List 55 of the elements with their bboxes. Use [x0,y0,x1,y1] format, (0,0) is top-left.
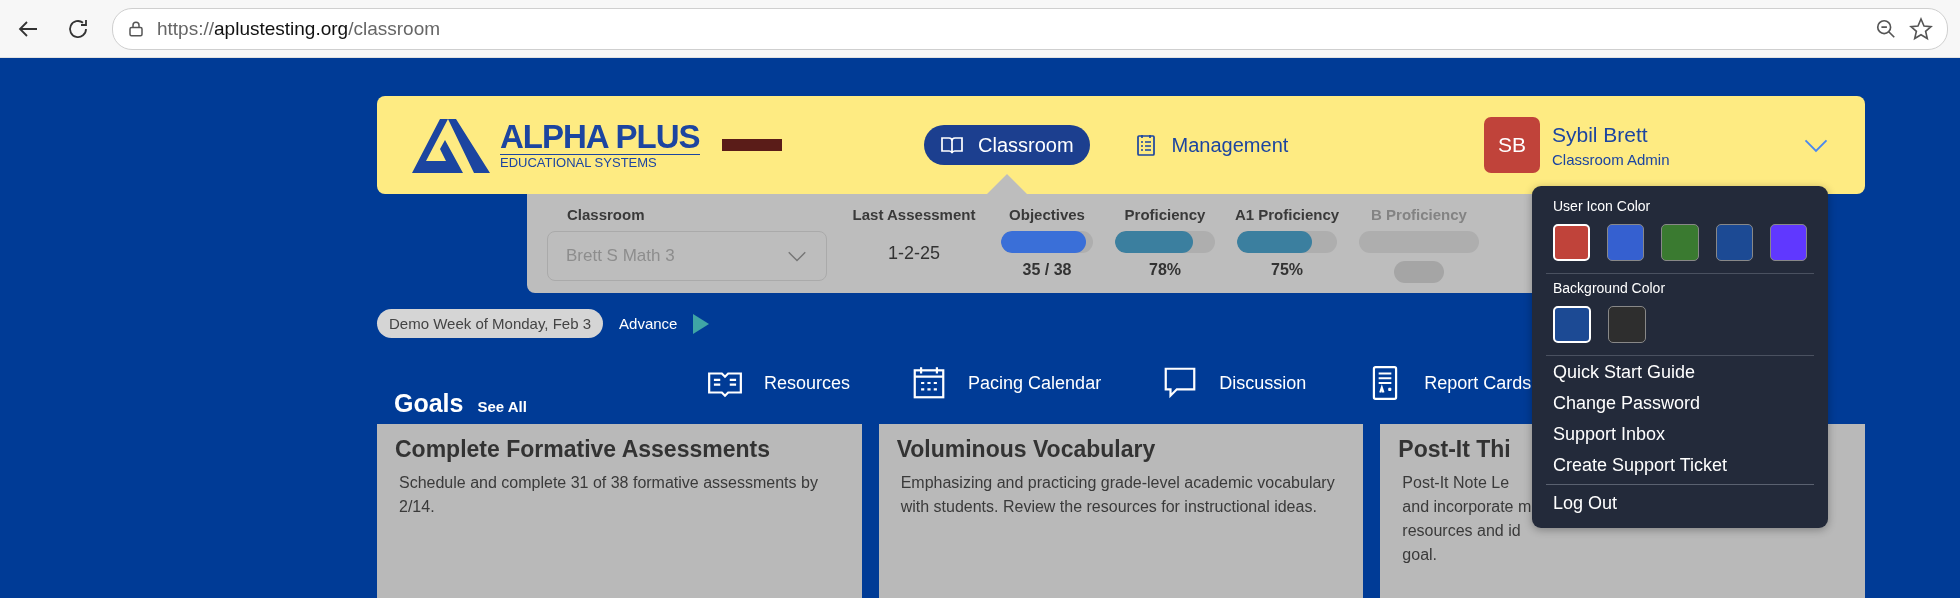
zoom-out-icon[interactable] [1875,17,1897,40]
nav-link[interactable]: Resources [706,364,851,402]
card-description-line: goal. [1402,545,1438,565]
nav-tab[interactable]: Management [1117,125,1305,165]
nav-tab[interactable]: Classroom [924,125,1090,165]
demo-week-badge: Demo Week of Monday, Feb 3 [377,309,604,338]
logo-mark-icon [412,117,490,173]
nav-link[interactable]: Pacing Calendar [910,364,1102,402]
menu-item[interactable]: Create Support Ticket [1546,451,1735,480]
user-avatar[interactable]: SB [1484,117,1540,173]
stat-label: Proficiency [1124,206,1206,223]
color-swatch[interactable] [1769,224,1807,261]
card-title: Post-It Thi [1398,436,1512,463]
address-bar[interactable]: https://aplustesting.org/classroom [112,7,1948,50]
section-title: Goals [394,389,464,418]
logo-title: ALPHA PLUS [500,120,700,154]
color-swatch[interactable] [1715,224,1753,261]
stat-label: B Proficiency [1371,206,1467,223]
nav-link[interactable]: Report Cards [1366,364,1532,402]
lock-icon [127,19,145,38]
menu-item[interactable]: Quick Start Guide [1546,358,1703,387]
photo-placeholder [721,139,782,151]
stat-label: Last Assessment [852,206,976,223]
url-text: https://aplustesting.org/classroom [157,17,442,40]
play-icon[interactable] [693,313,710,334]
empty-value [1394,261,1444,283]
menu-label: User Icon Color [1552,198,1652,214]
user-name: Sybil Brett [1552,122,1649,147]
card-description-line: and incorporate m [1402,497,1532,517]
stat-label: A1 Proficiency [1234,206,1340,223]
menu-label: Background Color [1552,280,1667,296]
user-role: Classroom Admin [1552,150,1671,168]
menu-item[interactable]: Log Out [1546,489,1625,518]
card-description: Emphasizing and practicing grade-level academic vocabulary with students. Review the resources for instructional ideas. [899,473,1336,517]
color-swatch[interactable] [1661,224,1699,261]
advance-button[interactable]: Advance [619,315,678,332]
menu-item[interactable]: Change Password [1546,389,1708,418]
menu-item[interactable]: Support Inbox [1546,420,1673,449]
card-description-line: resources and id [1402,521,1521,541]
stat-value: 35 / 38 [1022,261,1072,279]
stat-value: 78% [1149,261,1181,279]
card-description-line: Post-It Note Le [1402,473,1510,493]
logo-subtitle: EDUCATIONAL SYSTEMS [500,154,700,170]
color-swatch[interactable] [1608,306,1646,343]
card-title: Voluminous Vocabulary [896,436,1157,463]
stat-value: 75% [1271,261,1303,279]
stat-label: Classroom [566,206,646,223]
color-swatch[interactable] [1607,224,1645,261]
see-all-link[interactable]: See All [477,398,527,415]
card-title: Complete Formative Assessments [395,436,771,463]
star-icon[interactable] [1909,16,1933,41]
stat-value: 1-2-25 [888,243,940,264]
stat-label: Objectives [1009,206,1085,223]
card-description: Schedule and complete 31 of 38 formative assessments by 2/14. [398,473,819,517]
nav-link[interactable]: Discussion [1161,364,1307,402]
